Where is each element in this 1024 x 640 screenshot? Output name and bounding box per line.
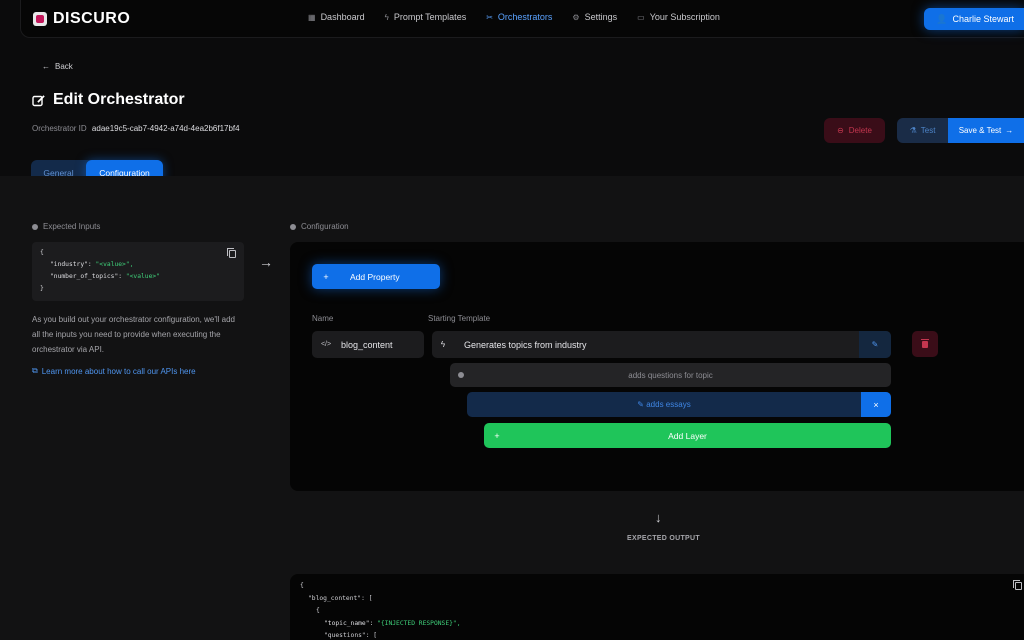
expected-output-label: EXPECTED OUTPUT — [627, 535, 700, 542]
back-link[interactable]: ← Back — [42, 62, 73, 71]
add-layer-label: Add Layer — [668, 430, 707, 441]
nav-label: Prompt Templates — [393, 12, 467, 22]
page-title: Edit Orchestrator — [32, 91, 185, 109]
copy-icon[interactable] — [1013, 580, 1022, 590]
name-label: Name — [312, 314, 334, 323]
edit-template-icon[interactable]: ✎ — [859, 331, 891, 358]
drag-handle-icon — [450, 372, 472, 378]
arrow-right-icon: → — [259, 254, 273, 270]
code-icon: </> — [320, 341, 332, 348]
user-menu-button[interactable]: 👤 Charlie Stewart — [924, 8, 1024, 30]
nav-item-subscription[interactable]: ▭ Your Subscription — [637, 12, 720, 22]
arrow-left-icon: ← — [42, 62, 50, 71]
user-name: Charlie Stewart — [952, 14, 1014, 24]
layer-label: ✎ adds essays — [467, 400, 861, 409]
property-name-value: blog_content — [341, 339, 393, 350]
test-button[interactable]: ⚗ Test — [897, 118, 948, 143]
copy-icon[interactable] — [227, 248, 236, 258]
layer-item-selected[interactable]: ✎ adds essays × — [467, 392, 891, 417]
inputs-description: As you build out your orchestrator confi… — [32, 315, 235, 354]
starting-template-label: Starting Template — [428, 314, 491, 323]
code-line: "industry": "<value>", — [40, 259, 236, 271]
nav-item-settings[interactable]: ⚙ Settings — [572, 12, 617, 22]
flask-icon: ⚗ — [909, 126, 917, 135]
nav-label: Your Subscription — [649, 12, 720, 22]
code-value: "<value>", — [95, 261, 134, 268]
nav-item-dashboard[interactable]: ▦ Dashboard — [308, 12, 365, 22]
orchestrator-id-label: Orchestrator ID — [32, 124, 87, 133]
code-line: "topic_name": "{INJECTED RESPONSE}", — [300, 618, 1014, 631]
plus-icon: + — [323, 271, 329, 282]
expected-inputs-label: Expected Inputs — [32, 222, 100, 231]
bolt-icon: ϟ — [384, 12, 389, 22]
layer-item[interactable]: adds questions for topic — [450, 363, 891, 387]
layer-label: adds questions for topic — [628, 370, 713, 380]
orchestrator-id: Orchestrator ID adae19c5-cab7-4942-a74d-… — [32, 124, 240, 133]
starting-template-select[interactable]: ϟ Generates topics from industry ✎ — [432, 331, 891, 358]
code-line: "number_of_topics": "<value>" — [40, 271, 236, 283]
trash-icon — [921, 338, 929, 348]
plus-icon: + — [494, 430, 500, 441]
code-value: "{INJECTED RESPONSE}", — [377, 619, 461, 627]
user-icon: 👤 — [936, 13, 948, 24]
api-docs-link[interactable]: ⧉ Learn more about how to call our APIs … — [32, 366, 196, 376]
grid-icon: ▦ — [308, 12, 316, 22]
bolt-icon: ϟ — [440, 340, 446, 349]
scissors-icon: ✂ — [486, 12, 493, 22]
card-icon: ▭ — [637, 12, 645, 22]
nav-item-orchestrators[interactable]: ✂ Orchestrators — [486, 12, 552, 22]
configuration-label-text: Configuration — [301, 222, 349, 231]
nav-label: Dashboard — [320, 12, 365, 22]
api-docs-link-text: Learn more about how to call our APIs he… — [41, 366, 196, 376]
property-name-field[interactable]: </> blog_content — [312, 331, 424, 358]
page-title-text: Edit Orchestrator — [53, 91, 185, 108]
code-key: "number_of_topics": — [50, 273, 123, 280]
arrow-down-icon: ↓ — [655, 510, 662, 525]
add-layer-button[interactable]: + Add Layer — [484, 423, 891, 448]
brand-name: DISCURO — [53, 10, 131, 27]
orchestrator-id-value: adae19c5-cab7-4942-a74d-4ea2b6f17bf4 — [91, 124, 240, 133]
expected-inputs-label-text: Expected Inputs — [43, 222, 101, 231]
delete-label: Delete — [848, 126, 872, 135]
test-button-group: ⚗ Test Save & Test → — [897, 118, 1024, 143]
nav-label: Settings — [584, 12, 618, 22]
add-property-label: Add Property — [350, 271, 400, 282]
configuration-label: Configuration — [290, 222, 349, 231]
code-key: "topic_name": — [324, 619, 374, 627]
code-line: { — [40, 249, 44, 256]
code-line: "questions": [ — [324, 632, 378, 639]
back-label: Back — [55, 62, 73, 71]
starting-template-value: Generates topics from industry — [464, 339, 587, 350]
code-line: { — [316, 607, 320, 614]
brand-logo[interactable]: DISCURO — [33, 10, 130, 28]
code-key: "industry": — [50, 261, 92, 268]
main-nav: ▦ Dashboard ϟ Prompt Templates ✂ Orchest… — [308, 12, 740, 22]
add-property-button[interactable]: + Add Property — [312, 264, 440, 289]
code-line: { — [300, 582, 304, 589]
arrow-right-icon: → — [1005, 126, 1014, 135]
edit-icon — [32, 94, 45, 106]
code-line: } — [40, 285, 44, 292]
remove-layer-button[interactable]: × — [861, 392, 891, 417]
save-test-label: Save & Test — [958, 126, 1002, 135]
info-icon — [32, 223, 38, 230]
save-test-button[interactable]: Save & Test → — [948, 118, 1024, 143]
expected-output-code: { "blog_content": [ { "topic_name": "{IN… — [290, 574, 1024, 640]
gear-icon: ⚙ — [572, 12, 580, 22]
code-value: "<value>" — [125, 273, 160, 280]
test-label: Test — [920, 126, 936, 135]
minus-circle-icon: ⊖ — [837, 126, 844, 135]
edit-icon: ✎ — [637, 400, 647, 409]
top-navbar: DISCURO ▦ Dashboard ϟ Prompt Templates ✂… — [20, 0, 1024, 38]
delete-button[interactable]: ⊖ Delete — [824, 118, 885, 143]
code-line: "blog_content": [ — [308, 594, 373, 602]
delete-property-button[interactable] — [912, 331, 938, 357]
nav-item-prompt-templates[interactable]: ϟ Prompt Templates — [385, 12, 467, 22]
expected-inputs-code: { "industry": "<value>", "number_of_topi… — [32, 242, 244, 301]
nav-label: Orchestrators — [497, 12, 553, 22]
layer-label-text: adds essays — [646, 400, 691, 409]
external-link-icon: ⧉ — [32, 366, 38, 375]
info-icon — [290, 223, 296, 230]
logo-icon — [33, 12, 47, 26]
